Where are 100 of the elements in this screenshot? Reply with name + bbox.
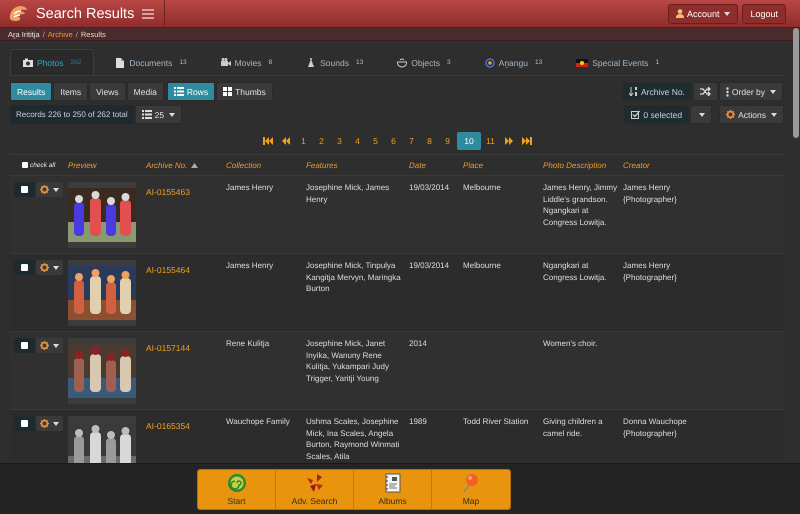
menu-button[interactable] xyxy=(142,8,154,18)
sort-icon xyxy=(628,87,638,96)
row-actions-button[interactable] xyxy=(36,260,63,275)
row-checkbox[interactable] xyxy=(14,182,35,197)
page-link[interactable]: 10 xyxy=(457,132,481,150)
gear-icon xyxy=(726,110,736,119)
tab-label: Movies xyxy=(234,58,262,68)
list-icon xyxy=(142,110,152,119)
user-icon xyxy=(676,9,684,18)
view-button[interactable]: Results xyxy=(10,82,52,101)
table-cell-text: Wauchope Family xyxy=(226,416,291,428)
row-checkbox[interactable] xyxy=(14,338,35,353)
table-cell-text: 19/03/2014 xyxy=(409,182,450,194)
page-link[interactable]: 5 xyxy=(367,132,384,150)
archive-number-link[interactable]: AI-0155463 xyxy=(146,187,190,197)
selection-button[interactable]: 0 selected xyxy=(624,105,690,124)
page-link[interactable]: 7 xyxy=(403,132,420,150)
table-cell-text: James Henry, Jimmy Liddle's grandson. Ngangkari at Congress Lowitja. xyxy=(543,182,618,228)
column-header[interactable]: Collection xyxy=(226,160,262,170)
shuffle-button[interactable] xyxy=(692,82,718,101)
row-actions-button[interactable] xyxy=(36,182,63,197)
view-button[interactable]: Media xyxy=(126,82,164,101)
gear-icon xyxy=(40,341,49,350)
table-cell-text: James Henry xyxy=(226,260,274,272)
table-cell-text: Giving children a camel ride. xyxy=(543,416,604,439)
caret-icon xyxy=(699,112,706,116)
table-cell-text: Donna Wauchope {Photographer} xyxy=(623,416,688,439)
tab-label: Special Events xyxy=(592,58,648,68)
table-cell-text: Melbourne xyxy=(463,260,502,272)
order-by-button[interactable]: Order by xyxy=(718,82,783,101)
page-link[interactable]: 3 xyxy=(331,132,348,150)
film-camera-icon xyxy=(220,58,231,68)
footer-nav-button[interactable]: Adv. Search xyxy=(276,470,354,508)
gear-icon xyxy=(40,185,49,194)
caret-icon xyxy=(771,112,777,116)
table-cell-text: James Henry xyxy=(226,182,274,194)
list-icon xyxy=(174,87,184,96)
archive-number-link[interactable]: AI-0165354 xyxy=(146,421,190,431)
caret-icon xyxy=(53,266,59,270)
table-cell-text: Todd River Station xyxy=(463,416,530,428)
footer-nav-button[interactable]: Albums xyxy=(354,470,432,508)
page-link[interactable]: 2 xyxy=(313,132,330,150)
table-cell-text: 19/03/2014 xyxy=(409,260,450,272)
caret-icon xyxy=(53,188,59,192)
per-page-button[interactable]: 25 xyxy=(134,105,182,124)
archive-number-link[interactable]: AI-0157144 xyxy=(146,343,190,353)
table-cell-text: Josephine Mick, James Henry xyxy=(306,182,390,205)
caret-icon xyxy=(53,344,59,348)
scrollbar-thumb[interactable] xyxy=(793,28,799,138)
gear-icon xyxy=(40,263,49,272)
page-link[interactable]: 6 xyxy=(385,132,402,150)
table-cell-text: Rene Kulitja xyxy=(226,338,270,350)
flame-logo-icon xyxy=(8,4,28,22)
table-cell-text: Ngangkari at Congress Lowitja. xyxy=(543,260,608,283)
camera-icon xyxy=(23,58,33,68)
page-link[interactable]: 1 xyxy=(295,132,312,150)
tab-label: Aṉangu xyxy=(498,58,528,68)
footer-nav-button[interactable]: Start xyxy=(198,470,276,508)
spiral-icon xyxy=(226,472,246,492)
page-title: Search Results xyxy=(36,6,134,22)
bell-icon xyxy=(306,58,316,68)
table-cell-text: 1989 xyxy=(409,416,428,428)
table-cell-text: 2014 xyxy=(409,338,428,350)
column-header[interactable]: Place xyxy=(463,160,484,170)
selection-dropdown-button[interactable] xyxy=(690,105,712,124)
check-all-checkbox[interactable] xyxy=(22,162,28,168)
row-checkbox[interactable] xyxy=(14,260,35,275)
logout-button[interactable]: Logout xyxy=(742,4,786,24)
gear-icon xyxy=(40,419,49,428)
archive-number-link[interactable]: AI-0155464 xyxy=(146,265,190,275)
page-link[interactable]: 8 xyxy=(421,132,438,150)
sort-field-button[interactable]: Archive No. xyxy=(622,82,692,101)
footer-nav-button[interactable]: Map xyxy=(432,470,510,508)
column-header[interactable]: Preview xyxy=(68,160,96,170)
page-link[interactable]: 4 xyxy=(349,132,366,150)
column-header[interactable]: Features xyxy=(306,160,338,170)
view-button[interactable]: Items xyxy=(53,82,88,101)
page-link[interactable]: 11 xyxy=(482,132,499,150)
column-header[interactable]: Creator xyxy=(623,160,650,170)
page-link[interactable]: 9 xyxy=(439,132,456,150)
document-icon xyxy=(115,58,126,68)
view-button[interactable]: Views xyxy=(89,82,126,101)
pushpin-icon xyxy=(461,472,481,492)
row-checkbox[interactable] xyxy=(14,416,35,431)
bowl-icon xyxy=(397,58,408,68)
account-button[interactable]: Account xyxy=(668,4,738,24)
column-header[interactable]: Date xyxy=(409,160,426,170)
table-cell-text: Women's choir. xyxy=(543,338,598,350)
caret-icon xyxy=(770,90,776,94)
row-actions-button[interactable] xyxy=(36,338,63,353)
row-actions-button[interactable] xyxy=(36,416,63,431)
flag-icon xyxy=(576,58,588,68)
table-cell-text: Melbourne xyxy=(463,182,502,194)
ring-icon xyxy=(484,58,495,68)
layout-button[interactable]: Thumbs xyxy=(216,82,273,101)
layout-button[interactable]: Rows xyxy=(166,82,216,101)
table-cell-text: Josephine Mick, Janet Inyika, Wanuny Rene Kulitja, Yukampari Judy Trigger, Yaritji Young xyxy=(306,338,390,384)
actions-button[interactable]: Actions xyxy=(719,105,784,124)
column-header[interactable]: Archive No. xyxy=(146,160,188,170)
column-header[interactable]: Photo Description xyxy=(543,160,606,170)
